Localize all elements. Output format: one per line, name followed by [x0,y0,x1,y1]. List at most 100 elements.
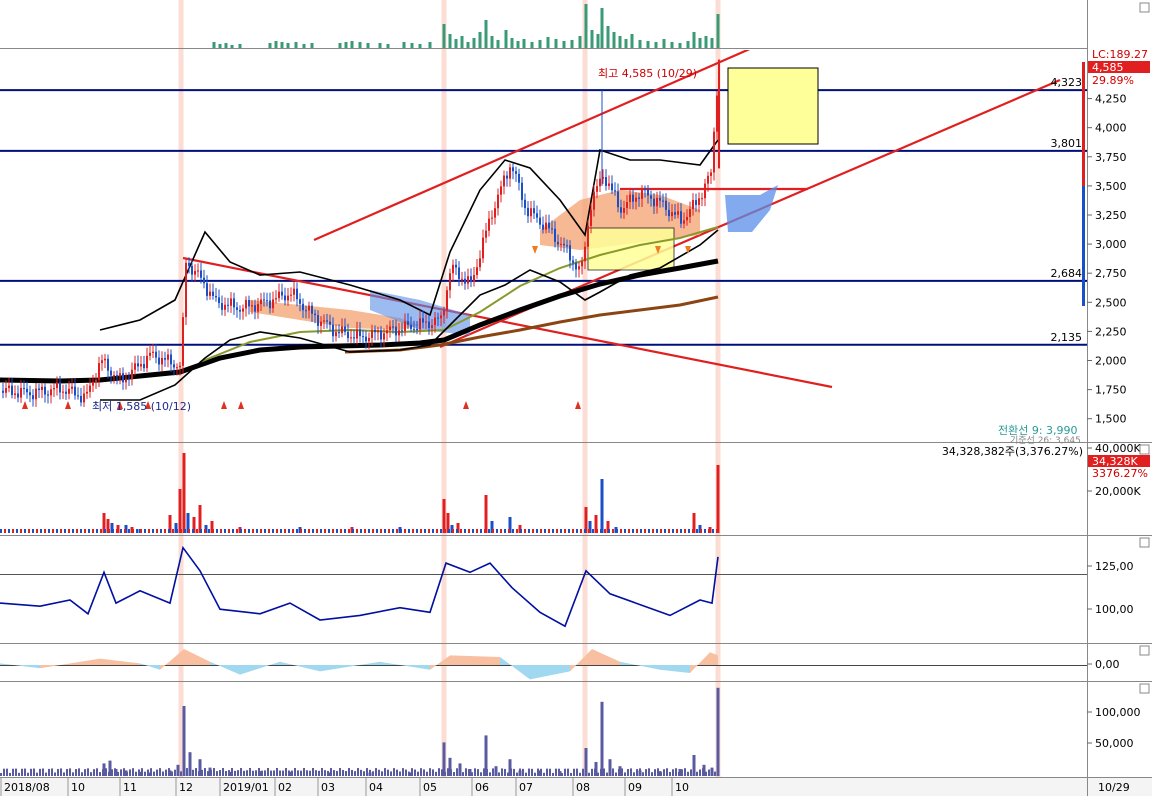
candle-body [425,321,427,323]
bottom-volume-bar-small [363,771,365,776]
volume-bar-small [672,529,674,533]
volume-bar-small [568,529,570,533]
volume-bar-small [264,529,266,533]
candle-body [287,295,289,301]
bottom-volume-bar-small [627,769,629,776]
candle-body [143,364,145,369]
volume-bar-small [580,529,582,533]
volume-bar-small [408,529,410,533]
panel-menu-icon[interactable] [1139,2,1150,13]
candle-body [266,300,268,302]
bottom-volume-bar-small [192,769,194,776]
overlay-volume-bar [686,41,690,48]
candle-body [293,288,295,295]
panel-menu-icon[interactable] [1139,645,1150,656]
bottom-volume-bar-small [222,768,224,776]
bottom-volume-bar-small [99,772,101,776]
panel-menu-icon[interactable] [1139,444,1150,455]
candle-body [539,217,541,225]
candle-body [590,209,592,226]
bottom-volume-bar-small [372,771,374,776]
overlay-volume-bar [578,36,582,48]
bottom-volume-bar-small [0,773,2,776]
panel-menu-icon[interactable] [1139,683,1150,694]
candle-body [491,217,493,219]
volume-bar-small [348,529,350,533]
volume-axis-label: 20,000K [1095,485,1141,498]
overlay-volume-bar [698,38,702,48]
candle-body [206,283,208,296]
obv-axis-label: 125,00 [1095,560,1134,573]
bottom-volume-bar-small [501,768,503,776]
bottom-volume-bar-small [702,768,704,776]
volume-bar-small [248,529,250,533]
volume-bar-small [180,529,182,533]
bottom-volume-bar-small [525,772,527,776]
candle-body [98,363,100,380]
bottom-volume-bar-small [45,772,47,776]
bottom-volume-bar-small [123,768,125,776]
bottom-volume-bar-small [183,769,185,776]
volume-bar-small [512,529,514,533]
note-box[interactable] [727,67,819,145]
price-axis-label: 2,500 [1095,296,1127,309]
volume-bar-small [272,529,274,533]
bottom-volume-bar-small [27,772,29,776]
candle-body [275,298,277,300]
bottom-volume-bar-small [576,768,578,776]
volume-bar-small [152,529,154,533]
candle-body [245,300,247,309]
candle-body [32,395,34,400]
candle-body [623,208,625,213]
bottom-volume-bar-small [648,768,650,776]
bottom-volume-bar-small [309,770,311,776]
candle-body [302,303,304,311]
panel-menu-icon[interactable] [1139,537,1150,548]
candle-body [254,305,256,312]
volume-bar-small [232,529,234,533]
bottom-volume-bar-small [258,768,260,776]
volume-bar-small [128,529,130,533]
candle-body [35,388,37,400]
volume-bar-small [20,529,22,533]
bottom-volume-bar-small [477,769,479,776]
volume-bar-small [268,529,270,533]
bottom-volume-bar-small [657,768,659,776]
candle-body [578,266,580,270]
bottom-volume-bar-small [393,768,395,776]
candle-body [335,332,337,337]
overlay-volume-bar [230,45,234,48]
candle-body [227,304,229,306]
bottom-volume-bar-small [402,768,404,776]
candle-body [41,386,43,391]
volume-bar-small [508,529,510,533]
overlay-volume-bar [212,42,216,48]
candle-body [149,352,151,356]
volume-bar-small [448,529,450,533]
overlay-volume-bar [466,42,470,48]
bottom-volume-bar-small [303,768,305,776]
level-label: 2,684 [1051,267,1083,280]
candle-body [131,369,133,380]
candle-body [290,294,292,296]
bottom-volume-bar-small [75,769,77,776]
candle-body [455,264,457,268]
volume-bar-small [680,529,682,533]
volume-bar-small [164,529,166,533]
candle-body [311,305,313,314]
volume-bar-small [428,529,430,533]
bottom-volume-bar-small [30,768,32,776]
volume-bar-small [364,529,366,533]
volume-bar-small [112,529,114,533]
bottom-volume-bar-small [366,768,368,776]
volume-bar-small [68,529,70,533]
volume-bar-small [76,529,78,533]
bottom-volume-bar-small [507,772,509,776]
overlay-volume-bar [562,41,566,48]
volume-bar-small [596,529,598,533]
volume-bar-small [244,529,246,533]
candle-body [587,225,589,247]
candle-body [611,183,613,191]
volume-bar-small [332,529,334,533]
candle-body [134,363,136,370]
